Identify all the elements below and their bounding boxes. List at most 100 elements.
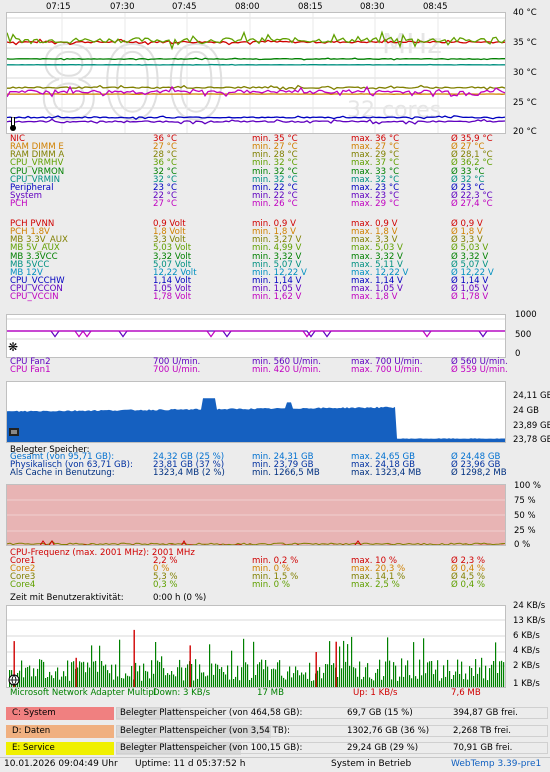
- down-bar: [261, 659, 263, 687]
- fans-max: max. 700 U/min.: [351, 365, 423, 376]
- down-bar: [205, 676, 207, 687]
- memory-cur: 1323,4 MB (2 %): [153, 468, 225, 479]
- down-bar: [421, 675, 423, 687]
- down-bar: [115, 664, 117, 687]
- status-bar: 10.01.2026 09:04:49 Uhr Uptime: 11 d 05:…: [0, 757, 550, 772]
- down-bar: [405, 665, 407, 687]
- down-bar: [65, 676, 67, 687]
- core3-line: [7, 540, 505, 545]
- temperature-tick-label: 20 °C: [513, 127, 537, 137]
- up-bar: [133, 629, 135, 687]
- down-bar: [227, 665, 229, 687]
- down-bar: [163, 668, 165, 687]
- down-bar: [57, 667, 59, 687]
- down-bar: [471, 668, 473, 687]
- down-bar: [237, 665, 239, 687]
- down-bar: [41, 659, 43, 687]
- down-bar: [415, 676, 417, 687]
- down-bar: [173, 674, 175, 687]
- down-bar: [313, 680, 315, 687]
- down-bar: [411, 678, 413, 687]
- down-bar: [311, 681, 313, 687]
- down-bar: [321, 678, 323, 687]
- down-bar: [493, 661, 495, 687]
- disk-free: 2,268 TB frei.: [453, 725, 511, 736]
- down-bar: [327, 664, 329, 687]
- down-bar: [135, 662, 137, 687]
- down-bar: [397, 680, 399, 687]
- memory-min: min. 1266,5 MB: [252, 468, 320, 479]
- down-bar: [61, 676, 63, 687]
- down-bar: [165, 675, 167, 687]
- down-bar: [477, 673, 479, 687]
- down-bar: [355, 668, 357, 687]
- down-bar: [247, 664, 249, 687]
- down-bar: [413, 642, 415, 687]
- down-bar: [123, 678, 125, 687]
- down-bar: [157, 660, 159, 687]
- down-bar: [111, 664, 113, 687]
- down-bar: [273, 668, 275, 687]
- status-uptime: Uptime: 11 d 05:37:52 h: [135, 759, 246, 769]
- voltages-avg: Ø 1,78 V: [451, 292, 489, 303]
- down-bar: [219, 669, 221, 687]
- disk-used: 29,24 GB (29 %): [347, 743, 419, 753]
- down-bar: [127, 675, 129, 687]
- down-bar: [21, 660, 23, 687]
- down-bar: [145, 670, 147, 687]
- down-bar: [447, 659, 449, 687]
- down-bar: [253, 641, 255, 687]
- down-bar: [283, 677, 285, 687]
- disk-row: C: System Belegter Plattenspeicher (von 4…: [6, 707, 550, 720]
- down-bar: [465, 673, 467, 687]
- down-bar: [455, 671, 457, 687]
- down-bar: [155, 642, 157, 687]
- down-bar: [147, 671, 149, 687]
- down-bar: [367, 663, 369, 687]
- down-bar: [39, 659, 41, 687]
- down-bar: [245, 662, 247, 687]
- down-bar: [117, 676, 119, 687]
- disk-label: C: System: [12, 708, 56, 718]
- down-bar: [449, 671, 451, 687]
- down-bar: [235, 676, 237, 687]
- cpu-min: min. 0 %: [252, 580, 291, 591]
- down-bar: [83, 661, 85, 687]
- network-icon: [8, 674, 20, 686]
- down-bar: [337, 677, 339, 687]
- memory-tick-label: 24 GB: [513, 406, 539, 416]
- vrmin-line: [7, 63, 505, 66]
- temperature-tick-label: 25 °C: [513, 98, 537, 108]
- down-bar: [217, 664, 219, 687]
- disk-row: E: Service Belegter Plattenspeicher (von …: [6, 742, 550, 755]
- down-bar: [389, 660, 391, 687]
- network-adapter: Microsoft Network Adapter Multipl: [10, 688, 157, 698]
- down-bar: [37, 668, 39, 687]
- temperature-chart: 800 MHz32 cores: [7, 13, 505, 133]
- down-bar: [463, 679, 465, 687]
- down-bar: [491, 664, 493, 687]
- fans-name: CPU Fan1: [10, 365, 51, 376]
- down-bar: [391, 679, 393, 687]
- down-bar: [295, 666, 297, 687]
- down-bar: [201, 672, 203, 687]
- memory-graph: [6, 381, 506, 443]
- down-bar: [341, 668, 343, 687]
- down-bar: [505, 638, 506, 688]
- memory-axis: 24,11 GB 24 GB 23,89 GB 23,78 GB: [508, 388, 550, 448]
- temperature-tick-label: 40 °C: [513, 8, 537, 18]
- down-bar: [73, 661, 75, 687]
- down-bar: [289, 666, 291, 687]
- disk-label: D: Daten: [12, 725, 51, 736]
- down-bar: [191, 664, 193, 687]
- down-bar: [285, 679, 287, 687]
- down-bar: [241, 667, 243, 687]
- down-bar: [181, 667, 183, 687]
- down-bar: [101, 661, 103, 687]
- down-bar: [269, 680, 271, 687]
- down-bar: [429, 661, 431, 687]
- down-bar: [381, 679, 383, 687]
- cpu-tick-label: 100 %: [514, 481, 542, 491]
- frequency-unit-watermark: MHz: [382, 27, 442, 60]
- down-bar: [31, 676, 33, 687]
